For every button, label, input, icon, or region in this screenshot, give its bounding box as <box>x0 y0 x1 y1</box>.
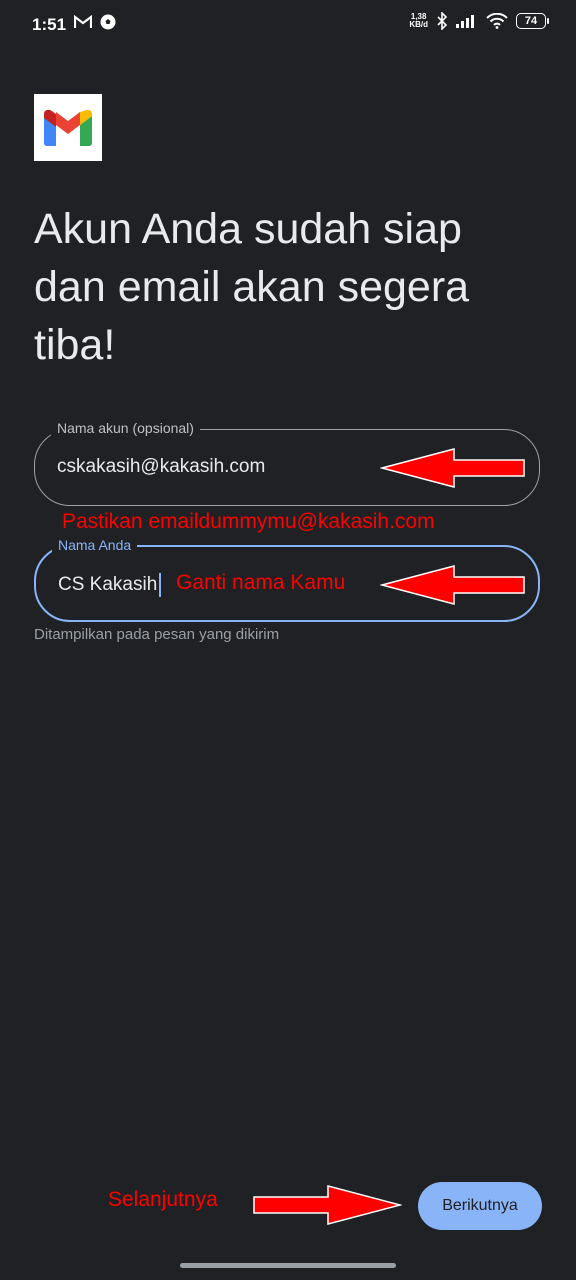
system-icons: 1,38 KB/d 74 <box>409 12 549 30</box>
annotation-arrow-account <box>380 448 525 488</box>
page-title: Akun Anda sudah siap dan email akan sege… <box>34 205 470 369</box>
network-speed: 1,38 KB/d <box>409 12 428 29</box>
helper-text: Ditampilkan pada pesan yang dikirim <box>34 626 280 643</box>
soccer-ball-icon <box>100 14 116 30</box>
next-button[interactable]: Berikutnya <box>418 1182 542 1230</box>
text-cursor <box>159 573 162 597</box>
your-name-input[interactable]: CS Kakasih <box>58 573 162 597</box>
status-bar: 1:51 1,38 KB/d 74 <box>0 0 576 52</box>
home-indicator[interactable] <box>180 1263 396 1268</box>
wifi-icon <box>486 13 508 29</box>
your-name-value: CS Kakasih <box>58 574 158 596</box>
battery-icon: 74 <box>516 13 549 29</box>
your-name-label: Nama Anda <box>52 537 138 553</box>
annotation-account-note: Pastikan emaildummymu@kakasih.com <box>62 510 435 533</box>
annotation-next-note: Selanjutnya <box>108 1188 218 1211</box>
account-name-label: Nama akun (opsional) <box>51 420 200 436</box>
annotation-arrow-next <box>253 1185 402 1225</box>
annotation-name-note: Ganti nama Kamu <box>176 571 346 594</box>
annotation-arrow-name <box>380 565 525 605</box>
notification-icons <box>74 14 116 30</box>
gmail-logo <box>34 94 102 161</box>
signal-icon <box>456 15 474 28</box>
gmail-logo-icon <box>44 109 92 146</box>
bluetooth-icon <box>437 12 448 30</box>
gmail-notification-icon <box>74 15 92 28</box>
account-name-value[interactable]: cskakasih@kakasih.com <box>57 456 265 478</box>
status-time: 1:51 <box>32 15 67 34</box>
